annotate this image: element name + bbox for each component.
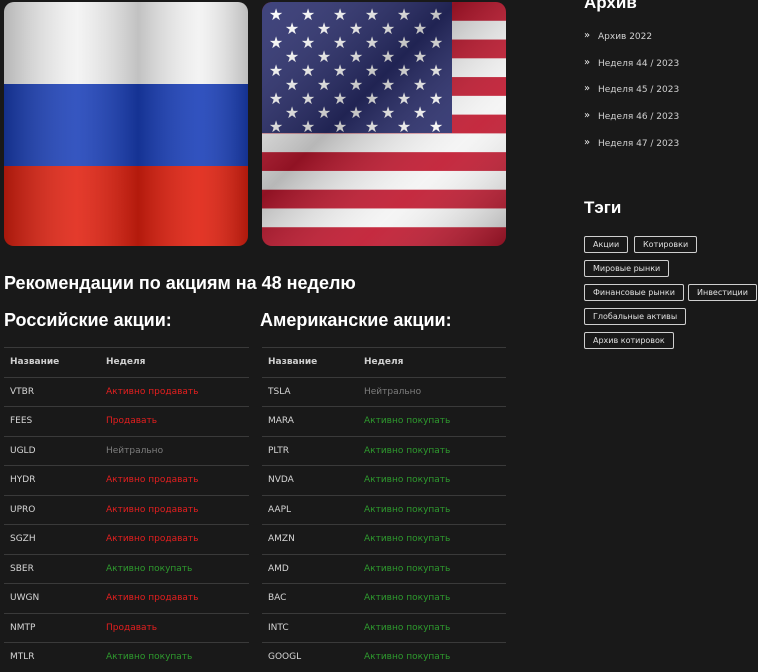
- signal-cell: Активно покупать: [100, 553, 249, 584]
- double-chevron-right-icon: »: [584, 56, 591, 68]
- signal-cell: Активно покупать: [358, 553, 506, 584]
- table-row: UWGN Активно продавать: [4, 583, 249, 613]
- table-row: FEES Продавать: [4, 406, 249, 436]
- tag-link[interactable]: Инвестиции: [688, 284, 757, 301]
- double-chevron-right-icon: »: [584, 30, 591, 41]
- ticker-cell: TSLA: [262, 376, 358, 407]
- ticker-cell: HYDR: [4, 465, 100, 495]
- tag-link[interactable]: Мировые рынки: [584, 260, 670, 277]
- page-headline: Рекомендации по акциям на 48 неделю: [4, 273, 356, 293]
- signal-cell: Активно покупать: [358, 494, 506, 525]
- signal-cell: Нейтрально: [358, 376, 506, 407]
- signal-cell: Продавать: [100, 406, 249, 436]
- table-row: NVDA Активно покупать: [262, 465, 506, 495]
- table-row: MARA Активно покупать: [262, 406, 506, 436]
- archive-link-label: Архив 2022: [598, 32, 653, 42]
- russia-flag-image: [4, 2, 248, 246]
- signal-cell: Нейтрально: [100, 435, 249, 466]
- table-row: AMD Активно покупать: [262, 553, 506, 584]
- ticker-cell: GOOGL: [262, 642, 358, 672]
- ticker-cell: MTLR: [4, 642, 100, 672]
- archive-link[interactable]: » Неделя 45 / 2023: [584, 83, 680, 112]
- table-row: SGZH Активно продавать: [4, 524, 249, 554]
- archive-link[interactable]: » Неделя 47 / 2023: [584, 136, 680, 166]
- table-row: GOOGL Активно покупать: [262, 642, 506, 672]
- signal-cell: Активно продавать: [100, 524, 249, 554]
- tag-link[interactable]: Котировки: [634, 236, 698, 253]
- signal-cell: Активно покупать: [358, 583, 506, 613]
- signal-cell: Активно продавать: [100, 494, 249, 525]
- signal-cell: Активно покупать: [358, 642, 506, 672]
- table-row: VTBR Активно продавать: [4, 376, 249, 407]
- tags-title: Тэги: [584, 198, 622, 217]
- archive-link[interactable]: » Архив 2022: [584, 30, 679, 59]
- american-stocks-table: Название Неделя TSLA Нейтрально MARA Активн…: [262, 347, 506, 672]
- ticker-cell: AAPL: [262, 494, 358, 525]
- table-row: UPRO Активно продавать: [4, 494, 249, 525]
- ticker-cell: NVDA: [262, 465, 358, 495]
- ticker-cell: UGLD: [4, 435, 100, 466]
- ticker-cell: AMD: [262, 553, 358, 584]
- table-row: NMTP Продавать: [4, 612, 249, 643]
- signal-cell: Активно покупать: [358, 524, 506, 554]
- archive-link[interactable]: » Неделя 46 / 2023: [584, 110, 680, 139]
- signal-cell: Продавать: [100, 612, 249, 643]
- double-chevron-right-icon: »: [584, 136, 591, 148]
- ticker-cell: PLTR: [262, 435, 358, 466]
- ticker-cell: BAC: [262, 583, 358, 613]
- table-row: UGLD Нейтрально: [4, 435, 249, 466]
- column-header-name: Название: [4, 347, 100, 377]
- usa-flag-image: ★★★★★★★★★★★★★★★★★★★★★★★★★★★★★★★★★★★★★★★★…: [262, 2, 506, 246]
- table-row: INTC Активно покупать: [262, 612, 506, 643]
- ticker-cell: MARA: [262, 406, 358, 436]
- table-row: HYDR Активно продавать: [4, 465, 249, 495]
- double-chevron-right-icon: »: [584, 83, 591, 95]
- archive-title: Архив: [584, 0, 637, 12]
- column-header-week: Неделя: [100, 347, 249, 377]
- tag-link[interactable]: Финансовые рынки: [584, 284, 684, 301]
- ticker-cell: INTC: [262, 612, 358, 643]
- table-header-row: Название Неделя: [4, 347, 249, 377]
- signal-cell: Активно покупать: [358, 465, 506, 495]
- russian-stocks-table: Название Неделя VTBR Активно продавать FEE…: [4, 347, 249, 672]
- archive-link-label: Неделя 47 / 2023: [598, 138, 680, 149]
- archive-link-label: Неделя 46 / 2023: [598, 112, 680, 123]
- signal-cell: Активно покупать: [358, 406, 506, 436]
- archive-link-label: Неделя 44 / 2023: [598, 58, 680, 69]
- ticker-cell: VTBR: [4, 376, 100, 407]
- signal-cell: Активно покупать: [358, 435, 506, 466]
- table-row: SBER Активно покупать: [4, 553, 249, 584]
- column-header-week: Неделя: [358, 347, 506, 377]
- ticker-cell: FEES: [4, 406, 100, 436]
- column-header-name: Название: [262, 347, 358, 377]
- table-row: MTLR Активно покупать: [4, 642, 249, 672]
- american-stocks-title: Американские акции:: [260, 310, 452, 330]
- ticker-cell: UWGN: [4, 583, 100, 613]
- signal-cell: Активно продавать: [100, 376, 249, 407]
- tag-link[interactable]: Архив котировок: [584, 332, 674, 349]
- archive-link-label: Неделя 45 / 2023: [598, 85, 680, 96]
- double-chevron-right-icon: »: [584, 110, 591, 122]
- signal-cell: Активно покупать: [358, 612, 506, 643]
- tag-link[interactable]: Акции: [584, 236, 629, 253]
- signal-cell: Активно продавать: [100, 583, 249, 613]
- archive-link[interactable]: » Неделя 44 / 2023: [584, 56, 680, 86]
- ticker-cell: UPRO: [4, 494, 100, 525]
- table-row: PLTR Активно покупать: [262, 435, 506, 466]
- table-row: AAPL Активно покупать: [262, 494, 506, 525]
- table-row: TSLA Нейтрально: [262, 376, 506, 407]
- ticker-cell: AMZN: [262, 524, 358, 554]
- table-row: BAC Активно покупать: [262, 583, 506, 613]
- signal-cell: Активно продавать: [100, 465, 249, 495]
- table-header-row: Название Неделя: [262, 347, 506, 377]
- ticker-cell: SBER: [4, 553, 100, 584]
- archive-list: » Архив 2022 » Неделя 44 / 2023 » Неделя 45 /…: [584, 30, 680, 166]
- tag-link[interactable]: Глобальные активы: [584, 308, 687, 325]
- ticker-cell: NMTP: [4, 612, 100, 643]
- ticker-cell: SGZH: [4, 524, 100, 554]
- russian-stocks-title: Российские акции:: [4, 310, 172, 330]
- table-row: AMZN Активно покупать: [262, 524, 506, 554]
- signal-cell: Активно покупать: [100, 642, 249, 672]
